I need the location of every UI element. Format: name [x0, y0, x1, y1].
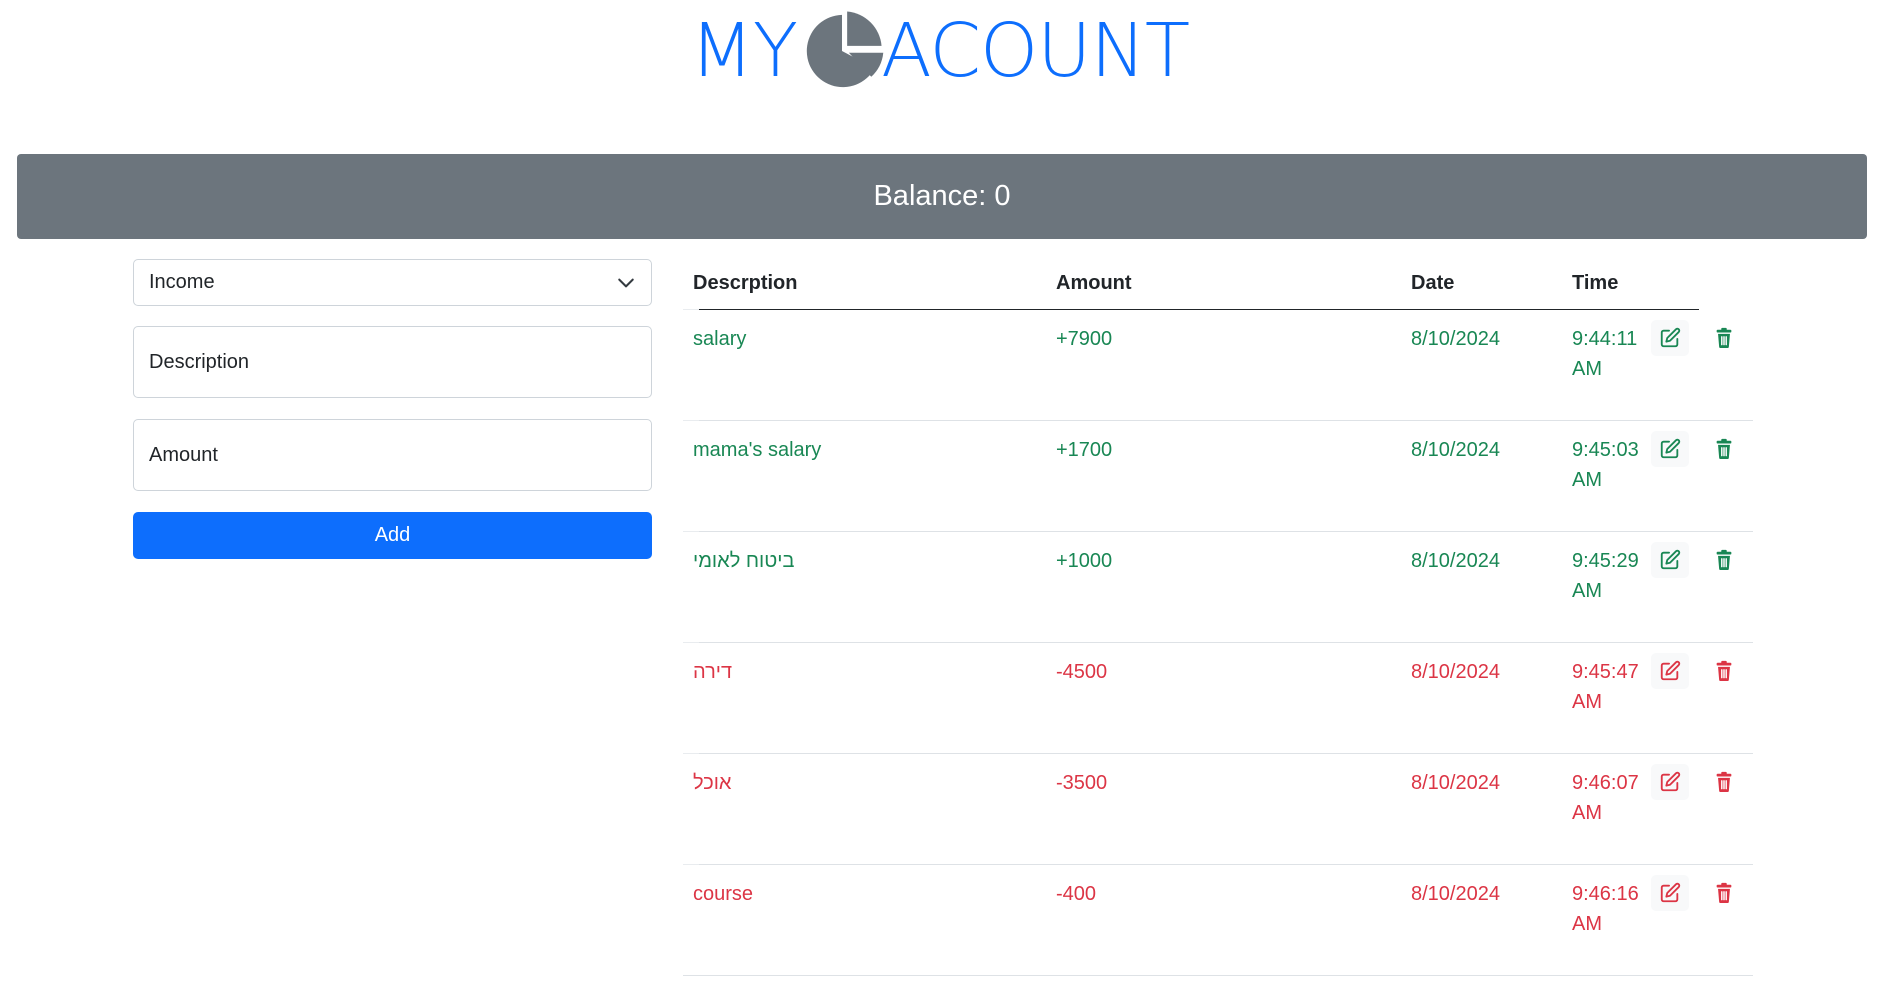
- row-time: 9:44:11 AM: [1572, 328, 1638, 380]
- table-row: course -400 8/10/2024 9:46:16 AM: [683, 864, 1753, 976]
- table-row: דירה -4500 8/10/2024 9:45:47 AM: [683, 642, 1753, 754]
- table-body: salary +7900 8/10/2024 9:44:11 AM mama's…: [683, 309, 1753, 976]
- balance-label: Balance: 0: [873, 180, 1011, 212]
- header-time: Time: [1572, 272, 1619, 294]
- row-date: 8/10/2024: [1411, 772, 1500, 794]
- delete-button[interactable]: [1705, 764, 1743, 800]
- row-date: 8/10/2024: [1411, 328, 1500, 350]
- edit-button[interactable]: [1651, 431, 1689, 467]
- description-input[interactable]: Description: [133, 326, 652, 398]
- edit-button[interactable]: [1651, 875, 1689, 911]
- balance-bar: Balance: 0: [17, 154, 1867, 239]
- row-time: 9:46:16 AM: [1572, 883, 1639, 935]
- row-date: 8/10/2024: [1411, 439, 1500, 461]
- row-description: אוכל: [693, 772, 732, 794]
- row-description: mama's salary: [693, 439, 822, 461]
- delete-button[interactable]: [1705, 542, 1743, 578]
- trash-icon: [1716, 882, 1732, 903]
- header-amount: Amount: [1056, 272, 1132, 294]
- table-row: ביטוח לאומי +1000 8/10/2024 9:45:29 AM: [683, 531, 1753, 643]
- app-logo: MY ACOUNT: [690, 8, 1200, 94]
- header-date: Date: [1411, 272, 1455, 294]
- edit-icon: [1660, 882, 1681, 903]
- edit-button[interactable]: [1651, 653, 1689, 689]
- row-description: ביטוח לאומי: [693, 550, 795, 572]
- row-time: 9:46:07 AM: [1572, 772, 1639, 824]
- trash-icon: [1716, 438, 1732, 459]
- row-amount: +1700: [1056, 439, 1113, 461]
- table-row: mama's salary +1700 8/10/2024 9:45:03 AM: [683, 420, 1753, 532]
- row-date: 8/10/2024: [1411, 883, 1500, 905]
- row-time: 9:45:03 AM: [1572, 439, 1639, 491]
- edit-icon: [1660, 327, 1681, 348]
- table-row: אוכל -3500 8/10/2024 9:46:07 AM: [683, 753, 1753, 865]
- pie-chart-icon: [806, 11, 884, 88]
- amount-input[interactable]: Amount: [133, 419, 652, 491]
- edit-icon: [1660, 660, 1681, 681]
- delete-button[interactable]: [1705, 653, 1743, 689]
- edit-button[interactable]: [1651, 542, 1689, 578]
- transaction-form: Income Description Amount Add: [133, 259, 652, 559]
- table-row: salary +7900 8/10/2024 9:44:11 AM: [683, 309, 1753, 421]
- row-date: 8/10/2024: [1411, 661, 1500, 683]
- transactions-table: Descrption Amount Date Time salary +7900…: [683, 258, 1753, 976]
- row-amount: -4500: [1056, 661, 1108, 683]
- edit-icon: [1660, 438, 1681, 459]
- row-description: salary: [693, 328, 747, 350]
- row-amount: -3500: [1056, 772, 1108, 794]
- add-button-label: Add: [374, 524, 411, 546]
- row-description: course: [693, 883, 754, 905]
- edit-button[interactable]: [1651, 320, 1689, 356]
- type-select-value: Income: [149, 271, 215, 293]
- trash-icon: [1716, 771, 1732, 792]
- type-select[interactable]: Income: [133, 259, 652, 306]
- header-description: Descrption: [693, 272, 798, 294]
- edit-icon: [1660, 549, 1681, 570]
- row-time: 9:45:29 AM: [1572, 550, 1639, 602]
- row-time: 9:45:47 AM: [1572, 661, 1639, 713]
- delete-button[interactable]: [1705, 431, 1743, 467]
- row-date: 8/10/2024: [1411, 550, 1500, 572]
- trash-icon: [1716, 327, 1732, 348]
- delete-button[interactable]: [1705, 875, 1743, 911]
- edit-icon: [1660, 771, 1681, 792]
- logo-text-acount: ACOUNT: [881, 8, 1190, 94]
- row-amount: +1000: [1056, 550, 1113, 572]
- add-button[interactable]: Add: [133, 512, 652, 559]
- delete-button[interactable]: [1705, 320, 1743, 356]
- trash-icon: [1716, 660, 1732, 681]
- table-header: Descrption Amount Date Time: [683, 258, 1699, 310]
- row-amount: -400: [1056, 883, 1097, 905]
- amount-placeholder: Amount: [149, 443, 218, 466]
- description-placeholder: Description: [149, 350, 250, 373]
- trash-icon: [1716, 549, 1732, 570]
- row-amount: +7900: [1056, 328, 1113, 350]
- row-description: דירה: [693, 661, 733, 683]
- logo-text-my: MY: [690, 8, 798, 94]
- chevron-down-icon: [618, 278, 634, 287]
- edit-button[interactable]: [1651, 764, 1689, 800]
